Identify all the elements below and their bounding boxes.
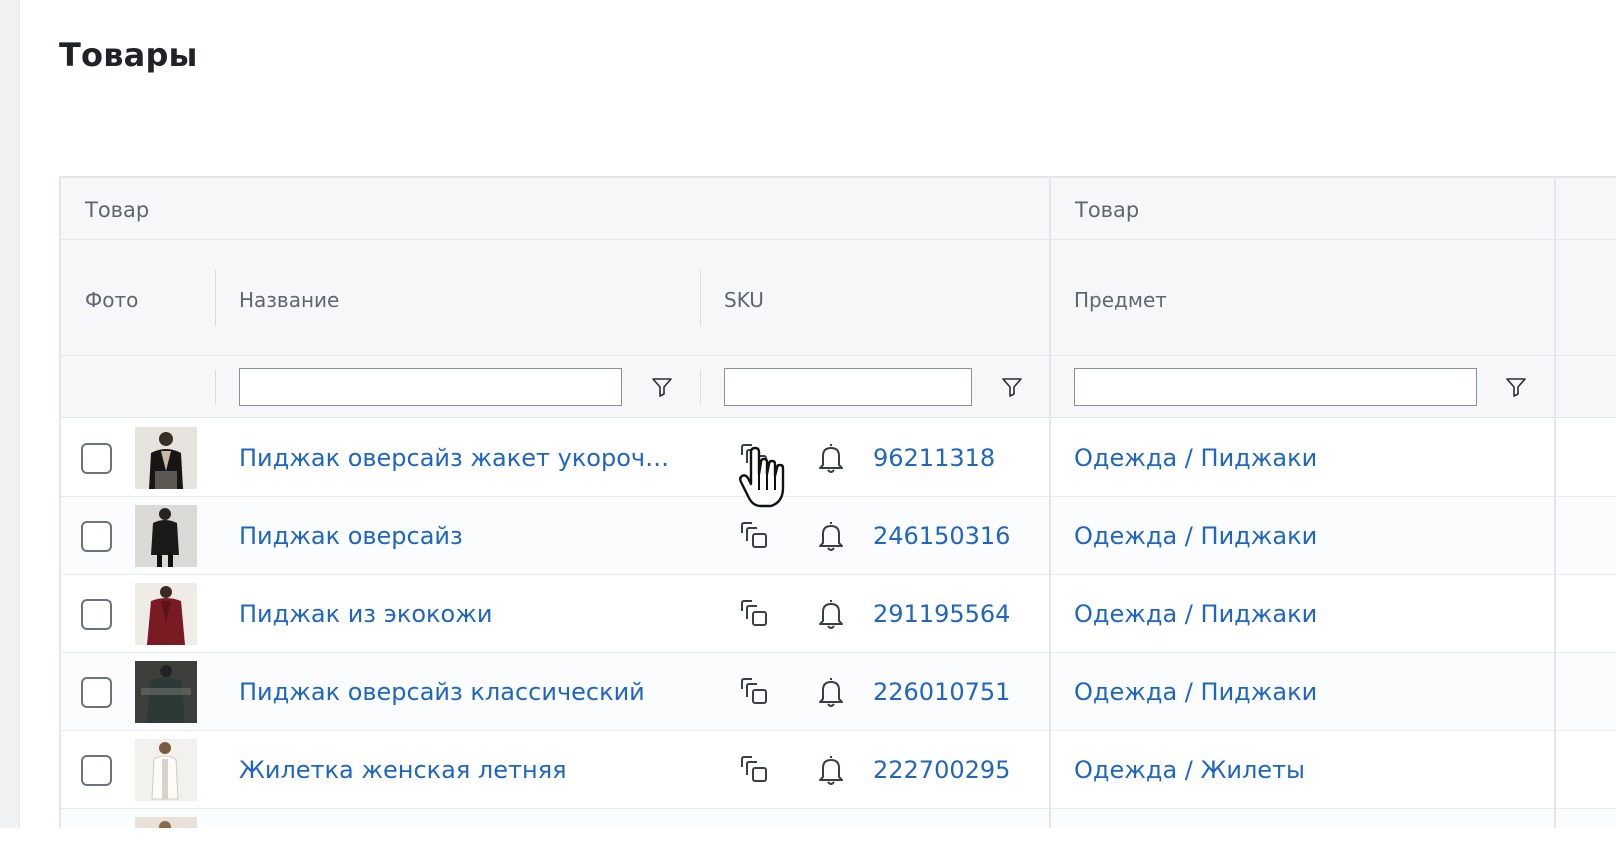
row-checkbox[interactable]: [81, 755, 112, 786]
name-filter-input[interactable]: [239, 368, 622, 406]
row-checkbox[interactable]: [81, 599, 112, 630]
copy-icon[interactable]: [738, 597, 774, 633]
column-resize-handle[interactable]: [700, 270, 701, 326]
product-photo[interactable]: [135, 505, 197, 567]
filter-separator: [215, 370, 216, 404]
table-row[interactable]: Жилетка женская летняя 222700295 Одежда …: [61, 731, 1616, 809]
filter-row: [61, 356, 1616, 418]
group-header-next: [1554, 178, 1616, 240]
page-title: Товары: [59, 36, 198, 74]
group-divider: [1049, 240, 1051, 355]
sku-link[interactable]: 226010751: [873, 653, 1010, 731]
product-name-link[interactable]: Жилетка женская летняя: [239, 731, 679, 809]
group-divider: [1554, 575, 1556, 653]
copy-icon[interactable]: [738, 753, 774, 789]
group-divider: [1049, 575, 1051, 653]
group-divider: [1049, 731, 1051, 809]
product-name-link[interactable]: Пиджак оверсайз классический: [239, 653, 679, 731]
subject-link[interactable]: Одежда / Пиджаки: [1074, 575, 1317, 653]
viewport-bottom-edge: [0, 828, 1616, 854]
column-header-row: Фото Название SKU Предмет: [61, 240, 1616, 356]
subject-link[interactable]: Одежда / Пиджаки: [1074, 497, 1317, 575]
bell-icon[interactable]: [816, 753, 846, 787]
group-header-product: Товар: [85, 198, 150, 222]
product-photo[interactable]: [135, 583, 197, 645]
row-checkbox[interactable]: [81, 521, 112, 552]
bell-icon[interactable]: [816, 441, 846, 475]
filter-funnel-icon[interactable]: [1001, 376, 1023, 398]
table-row[interactable]: Пиджак из экокожи 291195564 Одежда / Пид…: [61, 575, 1616, 653]
group-divider: [1554, 731, 1556, 809]
group-header-row: Товар Товар: [61, 178, 1616, 240]
row-checkbox[interactable]: [81, 443, 112, 474]
group-divider: [1049, 497, 1051, 575]
subject-link[interactable]: Одежда / Пиджаки: [1074, 419, 1317, 497]
group-header-product-2: Товар: [1049, 178, 1554, 240]
column-resize-handle[interactable]: [215, 270, 216, 326]
product-name-link[interactable]: Пиджак оверсайз жакет укороче...: [239, 419, 679, 497]
subject-link[interactable]: Одежда / Пиджаки: [1074, 653, 1317, 731]
sku-link[interactable]: 291195564: [873, 575, 1010, 653]
table-row[interactable]: Пиджак оверсайз жакет укороче... 9621131…: [61, 419, 1616, 497]
bell-icon[interactable]: [816, 597, 846, 631]
group-divider: [1554, 497, 1556, 575]
filter-separator: [700, 370, 701, 404]
copy-icon[interactable]: [738, 519, 774, 555]
hand-pointer-cursor: [739, 446, 785, 508]
product-photo[interactable]: [135, 427, 197, 489]
group-divider: [1049, 653, 1051, 731]
group-divider: [1049, 419, 1051, 497]
table-row[interactable]: Пиджак оверсайз классический 226010751 О…: [61, 653, 1616, 731]
product-name-link[interactable]: Пиджак из экокожи: [239, 575, 679, 653]
group-divider: [1554, 240, 1556, 355]
row-checkbox[interactable]: [81, 677, 112, 708]
column-header-subject[interactable]: Предмет: [1074, 240, 1167, 356]
bell-icon[interactable]: [816, 675, 846, 709]
column-header-photo[interactable]: Фото: [85, 240, 138, 356]
product-photo[interactable]: [135, 661, 197, 723]
group-divider: [1049, 356, 1051, 417]
column-header-name[interactable]: Название: [239, 240, 339, 356]
column-header-sku[interactable]: SKU: [724, 240, 764, 356]
products-grid: Товар Товар Фото Название SKU Предмет Пи…: [59, 176, 1616, 854]
left-sidebar-strip: [0, 0, 20, 854]
copy-icon[interactable]: [738, 675, 774, 711]
subject-link[interactable]: Одежда / Жилеты: [1074, 731, 1305, 809]
sku-link[interactable]: 222700295: [873, 731, 1010, 809]
subject-filter-input[interactable]: [1074, 368, 1477, 406]
group-divider: [1554, 356, 1556, 417]
sku-filter-input[interactable]: [724, 368, 972, 406]
bell-icon[interactable]: [816, 519, 846, 553]
filter-funnel-icon[interactable]: [651, 376, 673, 398]
table-row[interactable]: Пиджак оверсайз 246150316 Одежда / Пиджа…: [61, 497, 1616, 575]
product-name-link[interactable]: Пиджак оверсайз: [239, 497, 679, 575]
sku-link[interactable]: 246150316: [873, 497, 1010, 575]
filter-funnel-icon[interactable]: [1505, 376, 1527, 398]
sku-link[interactable]: 96211318: [873, 419, 995, 497]
product-photo[interactable]: [135, 739, 197, 801]
group-divider: [1554, 419, 1556, 497]
group-divider: [1554, 653, 1556, 731]
